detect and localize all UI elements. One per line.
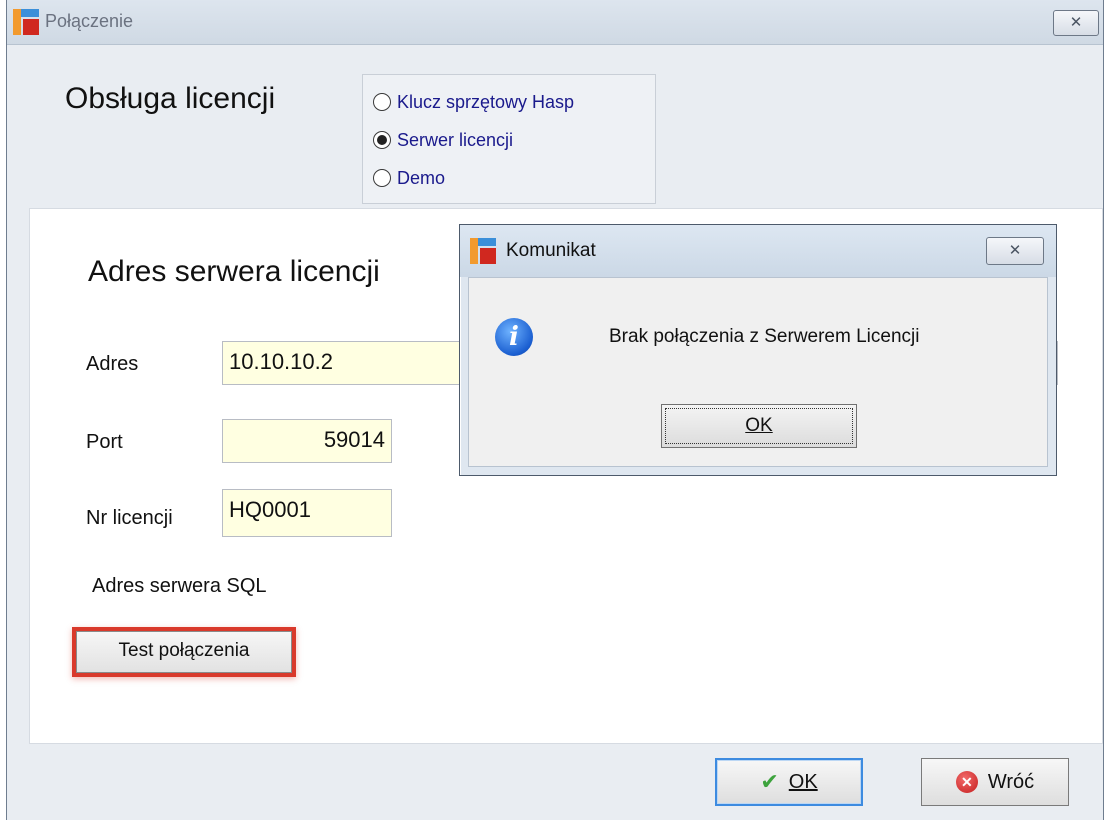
- dialog-ok-button[interactable]: OK: [661, 404, 857, 448]
- back-button[interactable]: ✕ Wróć: [921, 758, 1069, 806]
- radio-button-server[interactable]: [373, 131, 391, 149]
- license-number-label: Nr licencji: [86, 507, 173, 529]
- license-type-group: Klucz sprzętowy Hasp Serwer licencji Dem…: [362, 74, 656, 204]
- message-dialog: Komunikat ✕ i Brak połączenia z Serwerem…: [459, 224, 1057, 476]
- radio-label-hasp: Klucz sprzętowy Hasp: [397, 91, 575, 112]
- dialog-message: Brak połączenia z Serwerem Licencji: [609, 326, 920, 347]
- info-icon: i: [495, 318, 533, 356]
- radio-label-demo: Demo: [397, 167, 446, 188]
- dialog-ok-label: OK: [665, 408, 853, 444]
- ok-button-label: OK: [788, 770, 818, 793]
- checkmark-icon: ✔: [760, 769, 779, 794]
- license-number-field[interactable]: HQ0001: [222, 489, 392, 537]
- window-close-button[interactable]: ✕: [1053, 10, 1099, 36]
- dialog-close-icon: ✕: [1008, 242, 1022, 259]
- address-label: Adres: [86, 353, 139, 375]
- radio-label-server: Serwer licencji: [397, 129, 514, 150]
- radio-option-server[interactable]: Serwer licencji: [373, 127, 513, 153]
- license-heading: Obsługa licencji: [65, 82, 276, 115]
- app-icon: [13, 9, 39, 35]
- radio-option-hasp[interactable]: Klucz sprzętowy Hasp: [373, 89, 574, 115]
- test-connection-button[interactable]: Test połączenia: [76, 631, 292, 673]
- port-label: Port: [86, 431, 123, 453]
- back-button-label: Wróć: [987, 770, 1035, 793]
- dialog-close-button[interactable]: ✕: [986, 237, 1044, 265]
- window-title: Połączenie: [45, 11, 134, 31]
- radio-option-demo[interactable]: Demo: [373, 165, 445, 191]
- sql-server-label: Adres serwera SQL: [92, 575, 267, 597]
- close-icon: ✕: [1069, 14, 1083, 31]
- radio-button-demo[interactable]: [373, 169, 391, 187]
- dialog-titlebar: Komunikat ✕: [460, 225, 1056, 277]
- server-heading: Adres serwera licencji: [88, 255, 380, 288]
- cancel-icon: ✕: [955, 771, 978, 793]
- ok-button[interactable]: ✔ OK: [715, 758, 863, 806]
- port-field[interactable]: 59014: [222, 419, 392, 463]
- radio-button-hasp[interactable]: [373, 93, 391, 111]
- dialog-title: Komunikat: [506, 240, 596, 261]
- dialog-body: i Brak połączenia z Serwerem Licencji OK: [468, 277, 1048, 467]
- dialog-app-icon: [470, 238, 496, 264]
- window-titlebar: Połączenie ✕: [7, 0, 1103, 45]
- connection-window: Połączenie ✕ Obsługa licencji Klucz sprz…: [6, 0, 1104, 820]
